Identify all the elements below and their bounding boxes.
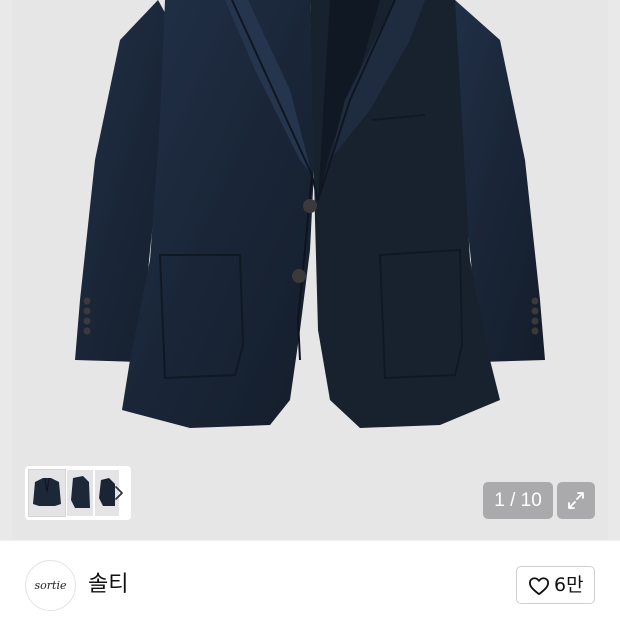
- shop-name[interactable]: 솔티: [88, 569, 128, 601]
- product-image: [75, 0, 545, 428]
- thumbnail-strip[interactable]: [25, 466, 131, 520]
- thumbnail-1[interactable]: [28, 469, 66, 517]
- like-button[interactable]: 6만: [516, 566, 595, 604]
- image-counter: 1 / 10: [483, 482, 553, 519]
- section-divider: [0, 540, 620, 541]
- chevron-right-icon[interactable]: [113, 483, 125, 503]
- like-count: 6만: [554, 574, 584, 596]
- product-gallery[interactable]: 1 / 10: [0, 0, 620, 540]
- heart-outline-icon: [529, 577, 549, 596]
- shop-logo[interactable]: sortie: [25, 560, 76, 611]
- expand-icon: [568, 492, 584, 509]
- expand-button[interactable]: [557, 482, 595, 519]
- thumbnail-2[interactable]: [67, 470, 93, 516]
